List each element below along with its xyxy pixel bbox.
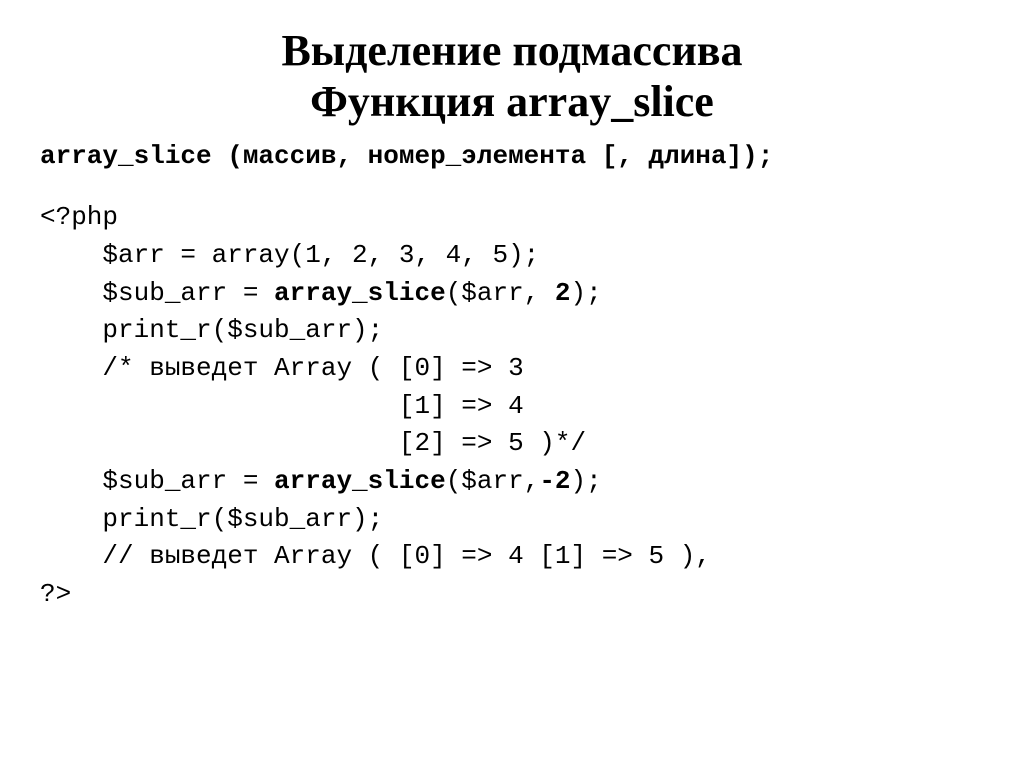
code-line: ($arr, [446, 278, 555, 308]
code-comment: [2] => 5 )*/ [40, 428, 586, 458]
slide-title: Выделение подмассива Функция array_slice [40, 26, 984, 127]
code-comment: [1] => 4 [40, 391, 524, 421]
code-literal: -2 [539, 466, 570, 496]
code-keyword: array_slice [274, 278, 446, 308]
title-line-2: Функция array_slice [310, 77, 714, 126]
code-line: print_r($sub_arr); [40, 315, 383, 345]
code-literal: 2 [555, 278, 571, 308]
title-line-1: Выделение подмассива [281, 26, 742, 75]
code-line: ($arr, [446, 466, 540, 496]
code-comment: /* выведет Array ( [0] => 3 [40, 353, 524, 383]
code-line: ?> [40, 579, 71, 609]
code-comment: // выведет Array ( [0] => 4 [1] => 5 ), [40, 541, 711, 571]
slide-container: Выделение подмассива Функция array_slice… [0, 0, 1024, 768]
code-block: <?php $arr = array(1, 2, 3, 4, 5); $sub_… [40, 199, 984, 614]
code-line: <?php [40, 202, 118, 232]
code-line: $sub_arr = [40, 466, 274, 496]
code-line: print_r($sub_arr); [40, 504, 383, 534]
code-keyword: array_slice [274, 466, 446, 496]
function-syntax: array_slice (массив, номер_элемента [, д… [40, 141, 984, 171]
code-line: $sub_arr = [40, 278, 274, 308]
code-line: ); [571, 466, 602, 496]
code-line: $arr = array(1, 2, 3, 4, 5); [40, 240, 539, 270]
code-line: ); [571, 278, 602, 308]
